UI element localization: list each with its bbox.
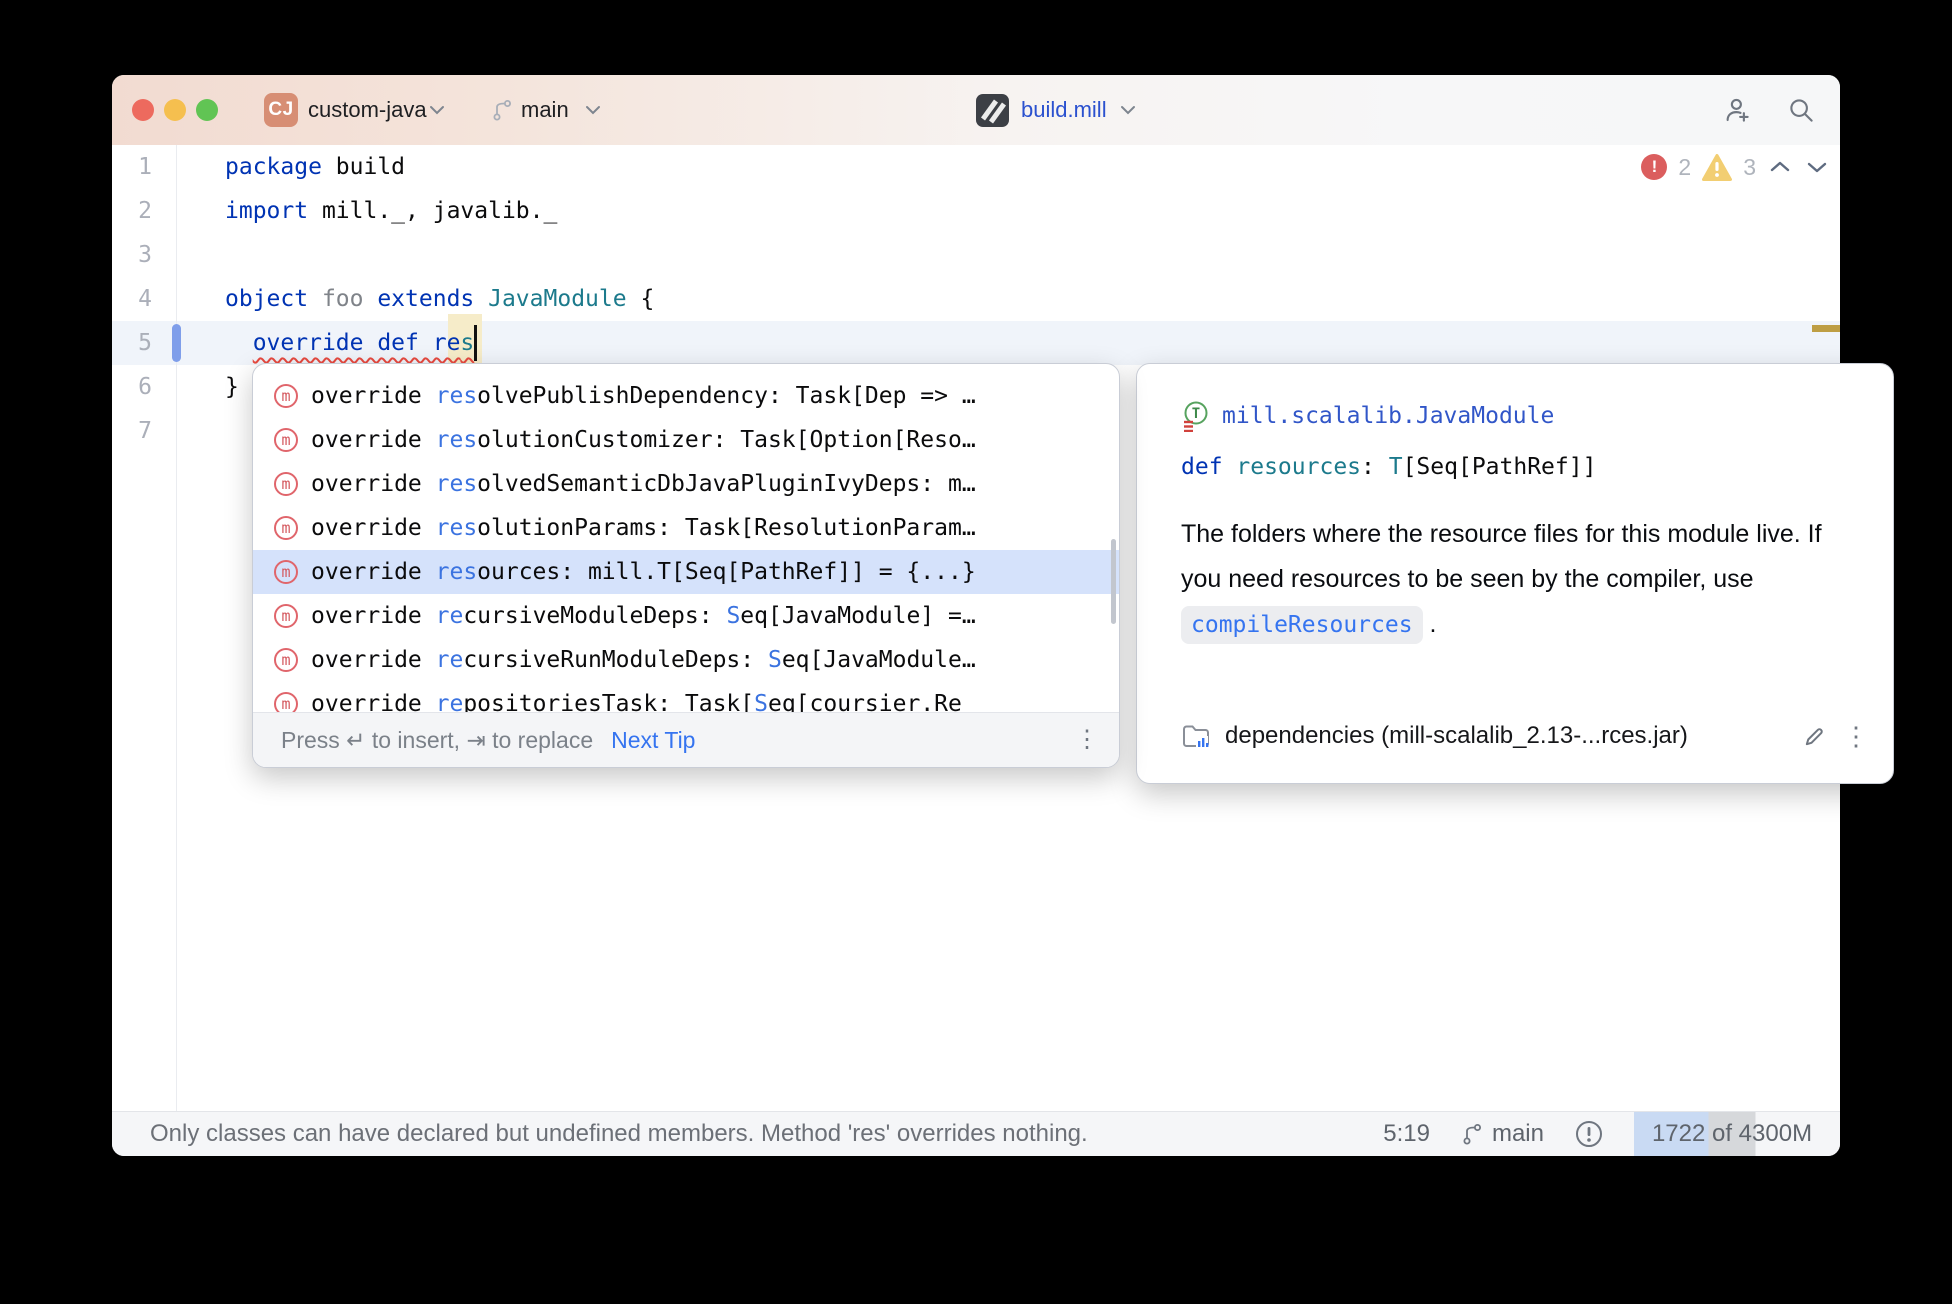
search-icon[interactable]	[1786, 95, 1816, 125]
symbol-signature: def resources: T[Seq[PathRef]]	[1181, 454, 1596, 480]
completion-item-selected[interactable]: moverride resources: mill.T[Seq[PathRef]…	[253, 550, 1119, 594]
gutter-separator	[176, 145, 177, 1112]
line-number: 4	[112, 277, 152, 321]
chevron-down-icon	[584, 104, 602, 116]
status-message: Only classes can have declared but undef…	[150, 1120, 1088, 1148]
next-problem-button[interactable]	[1804, 158, 1830, 176]
project-icon[interactable]: CJ	[264, 93, 298, 127]
completion-item[interactable]: moverride repositoriesTask: Task[Seq[cou…	[253, 682, 1119, 713]
method-icon: m	[274, 516, 298, 540]
previous-problem-button[interactable]	[1767, 158, 1793, 176]
completion-item[interactable]: moverride recursiveModuleDeps: Seq[JavaM…	[253, 594, 1119, 638]
doc-source-row: dependencies (mill-scalalib_2.13-...rces…	[1181, 716, 1869, 756]
mill-file-icon	[976, 94, 1009, 127]
next-tip-link[interactable]: Next Tip	[611, 727, 695, 754]
code-line-caret: override def res	[225, 321, 474, 365]
branch-widget[interactable]: main	[1460, 1120, 1544, 1148]
line-number: 6	[112, 365, 152, 409]
containing-class-link[interactable]: mill.scalalib.JavaModule	[1222, 403, 1554, 429]
completion-hint-bar: Press ↵ to insert, ⇥ to replace Next Tip…	[253, 712, 1119, 767]
code-line: package build	[225, 145, 405, 189]
text-caret	[474, 325, 477, 361]
file-name: build.mill	[1021, 97, 1107, 123]
add-user-icon[interactable]	[1722, 95, 1752, 125]
completion-item[interactable]: moverride resolvePublishDependency: Task…	[253, 374, 1119, 418]
code-line: object foo extends JavaModule {	[225, 277, 654, 321]
method-icon: m	[274, 648, 298, 672]
title-bar: CJ custom-java main	[112, 75, 1840, 146]
method-icon: m	[274, 692, 298, 713]
line-number: 1	[112, 145, 152, 189]
completion-item[interactable]: moverride resolutionCustomizer: Task[Opt…	[253, 418, 1119, 462]
completion-scrollbar[interactable]	[1111, 539, 1116, 624]
git-branch-icon	[490, 98, 514, 122]
method-icon: m	[274, 604, 298, 628]
file-switcher[interactable]: build.mill	[976, 75, 1137, 145]
svg-text:T: T	[1192, 406, 1200, 422]
library-folder-icon	[1181, 722, 1211, 750]
caret-line-gutter-marker	[172, 324, 181, 362]
vcs-branch-selector[interactable]: main	[521, 75, 569, 145]
desktop: CJ custom-java main	[0, 0, 1952, 1304]
line-number: 5	[112, 321, 152, 365]
minimize-button[interactable]	[164, 99, 186, 121]
compile-resources-link[interactable]: compileResources	[1181, 606, 1423, 644]
notifications-icon[interactable]	[1574, 1119, 1604, 1149]
completion-list: moverride resolvePublishDependency: Task…	[253, 374, 1119, 713]
line-number: 3	[112, 233, 152, 277]
memory-indicator[interactable]: 1722 of 4300M	[1634, 1112, 1830, 1156]
line-number: 2	[112, 189, 152, 233]
scrollbar-warning-stripe	[1812, 325, 1840, 332]
project-selector[interactable]: custom-java	[308, 75, 427, 145]
method-icon: m	[274, 384, 298, 408]
error-count: 2	[1678, 154, 1691, 181]
chevron-down-icon	[1119, 104, 1137, 116]
code-line: }	[225, 365, 239, 409]
chevron-down-icon	[428, 104, 446, 116]
completion-item[interactable]: moverride resolvedSemanticDbJavaPluginIv…	[253, 462, 1119, 506]
error-icon: !	[1641, 154, 1667, 180]
scala-trait-icon: T	[1181, 400, 1211, 432]
method-icon: m	[274, 428, 298, 452]
inspections-widget[interactable]: ! 2 3	[1641, 151, 1830, 183]
line-number: 7	[112, 409, 152, 453]
doc-source-label: dependencies (mill-scalalib_2.13-...rces…	[1225, 722, 1688, 750]
completion-item[interactable]: moverride resolutionParams: Task[Resolut…	[253, 506, 1119, 550]
method-icon: m	[274, 560, 298, 584]
error-squiggle: override def res	[253, 330, 475, 356]
branch-name: main	[1492, 1120, 1544, 1148]
edit-icon[interactable]	[1801, 722, 1829, 750]
documentation-popup: T mill.scalalib.JavaModule def resources…	[1136, 363, 1894, 784]
warning-icon	[1702, 154, 1732, 181]
doc-description: The folders where the resource files for…	[1181, 512, 1861, 647]
method-icon: m	[274, 472, 298, 496]
fullscreen-button[interactable]	[196, 99, 218, 121]
more-options-icon[interactable]: ⋮	[1843, 723, 1869, 749]
close-button[interactable]	[132, 99, 154, 121]
more-options-icon[interactable]: ⋮	[1075, 728, 1099, 752]
completion-item[interactable]: moverride recursiveRunModuleDeps: Seq[Ja…	[253, 638, 1119, 682]
code-line: import mill._, javalib._	[225, 189, 557, 233]
git-branch-icon	[1460, 1122, 1484, 1146]
caret-position-widget[interactable]: 5:19	[1383, 1120, 1430, 1148]
completion-popup: moverride resolvePublishDependency: Task…	[252, 363, 1120, 768]
status-bar: Only classes can have declared but undef…	[112, 1111, 1840, 1156]
warning-count: 3	[1743, 154, 1756, 181]
completion-hint: Press ↵ to insert, ⇥ to replace	[281, 727, 593, 754]
